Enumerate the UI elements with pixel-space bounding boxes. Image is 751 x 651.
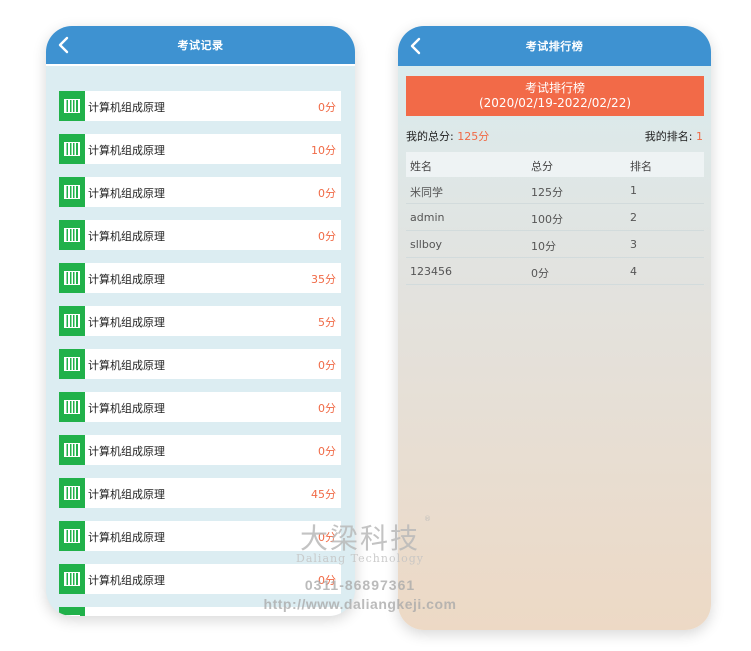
watermark-url: http://www.daliangkeji.com xyxy=(263,596,457,612)
cell-total: 0分 xyxy=(531,267,549,280)
cell-name: sllboy xyxy=(410,238,443,251)
list-item[interactable]: 计算机组成原理 0分 xyxy=(59,392,341,422)
barcode-icon xyxy=(59,349,85,379)
watermark-company-en: Daliang Technology xyxy=(296,552,424,565)
list-item[interactable]: 计算机组成原理 5分 xyxy=(59,306,341,336)
column-header-name: 姓名 xyxy=(410,160,432,173)
page-title: 考试排行榜 xyxy=(525,40,584,53)
list-item[interactable]: 计算机组成原理 0分 xyxy=(59,349,341,379)
my-total-label: 我的总分: xyxy=(406,130,454,143)
list-item[interactable]: 计算机组成原理 0分 xyxy=(59,177,341,207)
barcode-icon xyxy=(59,607,85,616)
cell-rank: 1 xyxy=(630,184,637,197)
record-score: 45分 xyxy=(311,488,336,501)
cell-name: admin xyxy=(410,211,445,224)
table-row: 123456 0分 4 xyxy=(406,258,704,285)
record-name: 计算机组成原理 xyxy=(88,531,165,544)
my-total: 我的总分: 125分 xyxy=(406,128,489,144)
barcode-icon xyxy=(59,177,85,207)
watermark-registered-mark: ® xyxy=(424,515,431,523)
barcode-icon xyxy=(59,521,85,551)
record-score: 5分 xyxy=(318,316,336,329)
record-name: 计算机组成原理 xyxy=(88,402,165,415)
header-divider xyxy=(46,64,355,66)
record-name: 计算机组成原理 xyxy=(88,445,165,458)
record-name: 计算机组成原理 xyxy=(88,574,165,587)
record-score: 0分 xyxy=(318,187,336,200)
list-item[interactable]: 计算机组成原理 45分 xyxy=(59,478,341,508)
my-rank-label: 我的排名: xyxy=(644,130,693,143)
record-name: 计算机组成原理 xyxy=(88,144,165,157)
cell-total: 125分 xyxy=(531,186,563,199)
banner-period: (2020/02/19-2022/02/22) xyxy=(478,96,632,110)
table-row: admin 100分 2 xyxy=(406,204,704,231)
record-name: 计算机组成原理 xyxy=(88,101,165,114)
column-header-total: 总分 xyxy=(531,160,553,173)
barcode-icon xyxy=(59,91,85,121)
ranking-table: 姓名 总分 排名 米同学 125分 1 admin 100分 2 sllboy 10分 3 123… xyxy=(406,152,704,285)
record-name: 计算机组成原理 xyxy=(88,230,165,243)
barcode-icon xyxy=(59,435,85,465)
ranking-banner: 考试排行榜 (2020/02/19-2022/02/22) xyxy=(406,76,704,116)
my-rank: 我的排名: 1 xyxy=(645,128,703,144)
record-score: 0分 xyxy=(318,402,336,415)
record-name: 计算机组成原理 xyxy=(88,488,165,501)
column-header-rank: 排名 xyxy=(630,160,652,173)
watermark-phone: 0311-86897361 xyxy=(304,577,416,593)
cell-rank: 4 xyxy=(630,265,637,278)
barcode-icon xyxy=(59,564,85,594)
record-score: 35分 xyxy=(311,273,336,286)
list-item[interactable]: 计算机组成原理 35分 xyxy=(59,263,341,293)
cell-rank: 3 xyxy=(630,238,637,251)
barcode-icon xyxy=(59,263,85,293)
list-item[interactable]: 计算机组成原理 10分 xyxy=(59,134,341,164)
cell-name: 123456 xyxy=(410,265,452,278)
barcode-icon xyxy=(59,478,85,508)
banner-title: 考试排行榜 xyxy=(524,81,585,95)
record-score: 10分 xyxy=(311,144,336,157)
page-title: 考试记录 xyxy=(177,39,224,52)
cell-rank: 2 xyxy=(630,211,637,224)
record-score: 0分 xyxy=(318,101,336,114)
record-name: 计算机组成原理 xyxy=(88,273,165,286)
table-row: sllboy 10分 3 xyxy=(406,231,704,258)
cell-name: 米同学 xyxy=(410,186,443,199)
barcode-icon xyxy=(59,220,85,250)
record-name: 计算机组成原理 xyxy=(88,359,165,372)
cell-total: 10分 xyxy=(531,240,556,253)
cell-total: 100分 xyxy=(531,213,563,226)
barcode-icon xyxy=(59,306,85,336)
table-row: 米同学 125分 1 xyxy=(406,177,704,204)
my-rank-value: 1 xyxy=(696,130,703,143)
watermark-company-cn: 大梁科技 xyxy=(299,522,420,555)
barcode-icon xyxy=(59,392,85,422)
record-score: 0分 xyxy=(318,445,336,458)
table-header: 姓名 总分 排名 xyxy=(406,152,704,177)
list-item[interactable]: 计算机组成原理 0分 xyxy=(59,91,341,121)
record-name: 计算机组成原理 xyxy=(88,187,165,200)
table-body: 米同学 125分 1 admin 100分 2 sllboy 10分 3 123456 0分 4 xyxy=(406,177,704,285)
record-score: 0分 xyxy=(318,230,336,243)
list-item[interactable]: 计算机组成原理 0分 xyxy=(59,220,341,250)
barcode-icon xyxy=(59,134,85,164)
record-score: 0分 xyxy=(318,359,336,372)
my-total-value: 125分 xyxy=(457,130,490,143)
records-header: 考试记录 xyxy=(46,26,355,64)
record-name: 计算机组成原理 xyxy=(88,316,165,329)
ranking-header: 考试排行榜 xyxy=(398,26,711,66)
list-item[interactable]: 计算机组成原理 0分 xyxy=(59,435,341,465)
